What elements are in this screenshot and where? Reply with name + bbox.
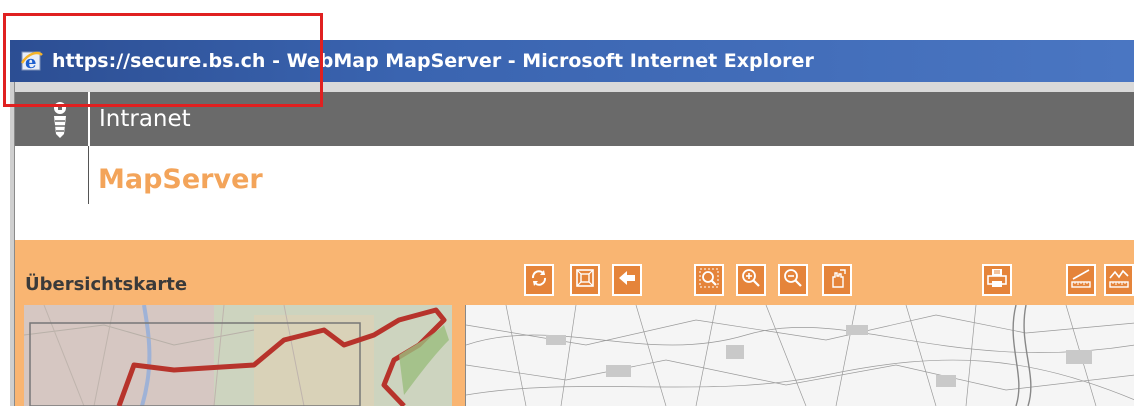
page-title: MapServer: [98, 164, 263, 195]
zoom-in-icon: [740, 267, 762, 293]
full-extent-icon: [574, 267, 596, 293]
title-divider: [88, 146, 89, 204]
print-button[interactable]: [982, 264, 1012, 296]
zoom-box-button[interactable]: [694, 264, 724, 296]
back-button[interactable]: [612, 264, 642, 296]
measure-profile-icon: [1108, 267, 1130, 293]
measure-distance-button[interactable]: [1066, 264, 1096, 296]
refresh-button[interactable]: [524, 264, 554, 296]
overview-map[interactable]: [24, 305, 452, 406]
print-icon: [986, 267, 1008, 293]
pan-button[interactable]: [822, 264, 852, 296]
intranet-header: Intranet: [15, 92, 1134, 146]
refresh-icon: [528, 267, 550, 293]
window-title-bar[interactable]: e https://secure.bs.ch - WebMap MapServe…: [10, 40, 1134, 82]
back-arrow-icon: [616, 267, 638, 293]
pan-hand-icon: [826, 267, 848, 293]
measure-profile-button[interactable]: [1104, 264, 1134, 296]
zoom-out-button[interactable]: [778, 264, 808, 296]
zoom-box-icon: [698, 267, 720, 293]
full-extent-button[interactable]: [570, 264, 600, 296]
window-title: https://secure.bs.ch - WebMap MapServer …: [52, 50, 814, 72]
overview-map-label: Übersichtskarte: [25, 274, 188, 295]
basel-crest-icon: [49, 98, 71, 142]
header-divider: [88, 92, 90, 146]
zoom-out-icon: [782, 267, 804, 293]
main-map[interactable]: [465, 305, 1134, 406]
main-map-image: [466, 305, 1134, 406]
top-spacer: [15, 82, 1134, 92]
measure-distance-icon: [1070, 267, 1092, 293]
intranet-label[interactable]: Intranet: [99, 105, 191, 133]
zoom-in-button[interactable]: [736, 264, 766, 296]
overview-map-image: [24, 305, 452, 406]
ie-icon: e: [20, 49, 44, 73]
